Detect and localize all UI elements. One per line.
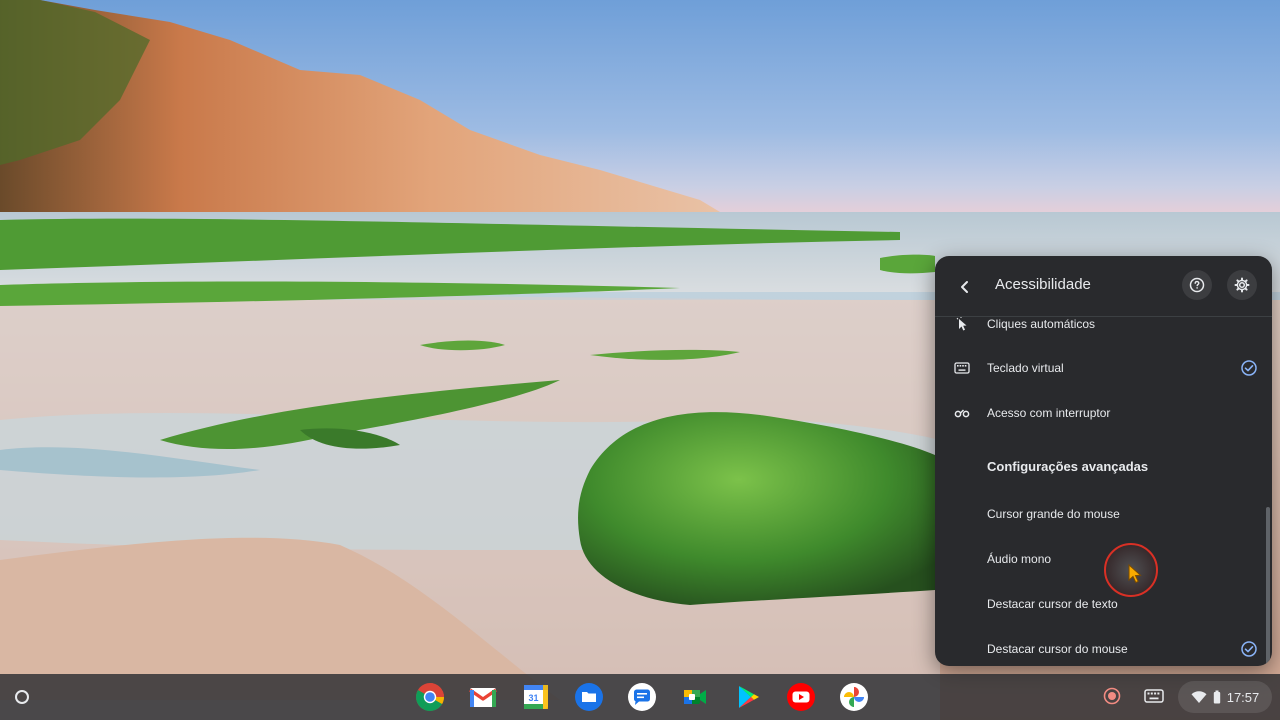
panel-header: Acessibilidade xyxy=(935,256,1272,317)
mouse-pointer-icon xyxy=(1128,563,1142,584)
app-meet[interactable] xyxy=(679,681,711,713)
app-play-store[interactable] xyxy=(732,681,764,713)
check-circle-icon xyxy=(1241,641,1257,657)
folder-icon xyxy=(575,683,603,711)
shelf: 31 17:57 xyxy=(0,674,1280,720)
play-store-icon xyxy=(739,686,759,708)
scrollbar[interactable] xyxy=(1266,507,1270,665)
accessibility-list: Cliques automáticos Teclado virtual Aces… xyxy=(935,317,1272,666)
row-label: Destacar cursor do mouse xyxy=(987,642,1128,656)
row-highlight-text-cursor[interactable]: Destacar cursor de texto xyxy=(935,583,1272,625)
help-icon xyxy=(1189,277,1205,293)
clock: 17:57 xyxy=(1226,689,1260,705)
launcher-icon xyxy=(15,690,29,704)
chrome-icon xyxy=(416,683,444,711)
check-circle-icon xyxy=(1241,360,1257,376)
app-messages[interactable] xyxy=(626,681,658,713)
record-icon xyxy=(1103,687,1121,705)
photos-icon xyxy=(840,683,868,711)
gmail-icon xyxy=(469,688,497,707)
row-large-cursor[interactable]: Cursor grande do mouse xyxy=(935,493,1272,535)
meet-icon xyxy=(684,690,706,704)
row-label: Cursor grande do mouse xyxy=(987,507,1120,521)
auto-click-icon xyxy=(953,317,971,333)
launcher-button[interactable] xyxy=(8,683,36,711)
row-label: Áudio mono xyxy=(987,552,1052,566)
gear-icon xyxy=(1234,277,1250,293)
row-switch-access[interactable]: Acesso com interruptor xyxy=(935,392,1272,434)
row-label: Cliques automáticos xyxy=(987,317,1096,331)
app-youtube[interactable] xyxy=(785,681,817,713)
keyboard-icon xyxy=(953,359,971,377)
advanced-section-header: Configurações avançadas xyxy=(935,445,1272,487)
panel-title: Acessibilidade xyxy=(995,276,1091,293)
app-gmail[interactable] xyxy=(467,681,499,713)
row-highlight-mouse-cursor[interactable]: Destacar cursor do mouse xyxy=(935,628,1272,666)
status-area[interactable]: 17:57 xyxy=(1178,681,1272,713)
row-auto-click[interactable]: Cliques automáticos xyxy=(935,317,1272,345)
messages-icon xyxy=(628,683,656,711)
calendar-icon: 31 xyxy=(524,685,548,709)
battery-icon xyxy=(1213,690,1220,704)
wifi-icon xyxy=(1191,691,1207,703)
virtual-keyboard-tray-button[interactable] xyxy=(1138,681,1170,711)
screen-record-button[interactable] xyxy=(1097,681,1127,711)
help-button[interactable] xyxy=(1182,270,1212,300)
row-virtual-keyboard[interactable]: Teclado virtual xyxy=(935,347,1272,389)
app-photos[interactable] xyxy=(838,681,870,713)
youtube-icon xyxy=(787,683,815,711)
chevron-left-icon xyxy=(961,281,968,293)
pinned-apps: 31 xyxy=(414,681,870,713)
row-label: Acesso com interruptor xyxy=(987,406,1111,420)
row-label: Teclado virtual xyxy=(987,361,1064,375)
svg-text:31: 31 xyxy=(528,693,538,703)
back-button[interactable] xyxy=(951,273,979,301)
settings-button[interactable] xyxy=(1227,270,1257,300)
app-files[interactable] xyxy=(573,681,605,713)
accessibility-panel: Acessibilidade Cliques automáticos Tecla… xyxy=(935,256,1272,666)
switch-access-icon xyxy=(953,404,971,422)
keyboard-icon xyxy=(1144,689,1164,703)
app-calendar[interactable]: 31 xyxy=(520,681,552,713)
section-title: Configurações avançadas xyxy=(987,458,1149,474)
row-label: Destacar cursor de texto xyxy=(987,597,1118,611)
app-chrome[interactable] xyxy=(414,681,446,713)
